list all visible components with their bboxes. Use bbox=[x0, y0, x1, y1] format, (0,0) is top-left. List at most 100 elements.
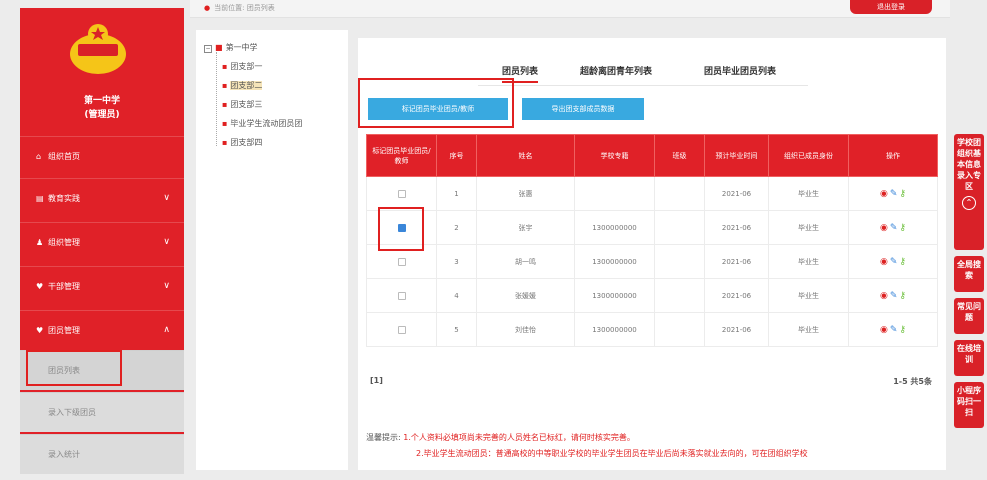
branch-icon: ▪ bbox=[222, 119, 228, 128]
view-icon[interactable]: ◉ bbox=[880, 223, 888, 233]
view-icon[interactable]: ◉ bbox=[880, 291, 888, 301]
notice-line-2: 2.毕业学生流动团员：普通高校的中等职业学校的毕业学生团员在毕业后尚未落实就业去… bbox=[416, 449, 808, 458]
row-checkbox[interactable] bbox=[397, 257, 406, 266]
tab-underline bbox=[478, 85, 808, 86]
nav-label: 组织首页 bbox=[48, 152, 80, 161]
cell-index: 5 bbox=[436, 312, 477, 347]
cell-status: 毕业生 bbox=[768, 176, 849, 211]
col-index: 序号 bbox=[436, 134, 477, 177]
edit-icon[interactable]: ✎ bbox=[890, 223, 898, 233]
tree-item-branch-1[interactable]: ▪ 团支部一 bbox=[222, 61, 262, 72]
faq-button[interactable]: 常见问题 bbox=[954, 298, 984, 334]
cell-actions: ◉ ✎ ⚷ bbox=[848, 278, 938, 313]
pager-summary: 1-5 共5条 bbox=[893, 377, 932, 386]
tree-item-label: 团支部一 bbox=[230, 62, 263, 71]
cell-grad-date: 2021-06 bbox=[704, 176, 769, 211]
subnav-add-member[interactable]: 录入下级团员 bbox=[20, 392, 184, 432]
key-icon[interactable]: ⚷ bbox=[899, 223, 906, 233]
export-branch-button[interactable]: 导出团支部成员数据 bbox=[522, 98, 644, 120]
view-icon[interactable]: ◉ bbox=[880, 189, 888, 199]
notice: 温馨提示: 1.个人资料必填项尚未完善的人员姓名已标红，请何时核实完善。 2.毕… bbox=[366, 430, 938, 462]
table-row: 2 张宇 1300000000 2021-06 毕业生 ◉ ✎ ⚷ bbox=[366, 210, 938, 245]
nav-education[interactable]: ▤ 教育实践 ∨ bbox=[20, 178, 184, 218]
tree-item-branch-3[interactable]: ▪ 团支部三 bbox=[222, 99, 262, 110]
tab-graduate-list[interactable]: 团员毕业团员列表 bbox=[704, 64, 776, 77]
notice-line-1: 1.个人资料必填项尚未完善的人员姓名已标红，请何时核实完善。 bbox=[403, 433, 635, 442]
pager-pages[interactable]: [1] bbox=[370, 376, 383, 385]
sidebar: 第一中学 (管理员) ⌂ 组织首页 ▤ 教育实践 ∨ ♟ 组织管理 ∨ ♥ 干部管理 ∨… bbox=[20, 8, 184, 474]
cell-index: 1 bbox=[436, 176, 477, 211]
cell-class bbox=[654, 312, 705, 347]
top-bar: ● 当前位置: 团员列表 退出登录 bbox=[190, 0, 950, 18]
cell-class bbox=[654, 176, 705, 211]
nav-organization[interactable]: ♟ 组织管理 ∨ bbox=[20, 222, 184, 262]
nav-label: 干部管理 bbox=[48, 282, 80, 291]
edit-icon[interactable]: ✎ bbox=[890, 189, 898, 199]
mini-program-button[interactable]: 小程序码扫一扫 bbox=[954, 382, 984, 428]
cell-actions: ◉ ✎ ⚷ bbox=[848, 312, 938, 347]
heart-icon: ♥ bbox=[36, 282, 44, 291]
cell-index: 2 bbox=[436, 210, 477, 245]
branch-icon: ▪ bbox=[222, 81, 228, 90]
cell-actions: ◉ ✎ ⚷ bbox=[848, 210, 938, 245]
tree-item-branch-4[interactable]: ▪ 团支部四 bbox=[222, 137, 262, 148]
table-row: 3 胡一鸣 1300000000 2021-06 毕业生 ◉ ✎ ⚷ bbox=[366, 244, 938, 279]
nav-cadre[interactable]: ♥ 干部管理 ∨ bbox=[20, 266, 184, 306]
tree-item-branch-2[interactable]: ▪ 团支部二 bbox=[222, 80, 263, 91]
cell-mark bbox=[366, 176, 437, 211]
col-actions: 操作 bbox=[848, 134, 938, 177]
cell-class bbox=[654, 210, 705, 245]
breadcrumb: ● 当前位置: 团员列表 bbox=[204, 3, 275, 13]
cell-name: 张宇 bbox=[476, 210, 575, 245]
cell-class bbox=[654, 244, 705, 279]
edit-icon[interactable]: ✎ bbox=[890, 325, 898, 335]
tree-item-graduate-branch[interactable]: ▪ 毕业学生流动团员团 bbox=[222, 118, 302, 129]
highlight-mark-button bbox=[358, 78, 514, 128]
online-training-button[interactable]: 在线培训 bbox=[954, 340, 984, 376]
key-icon[interactable]: ⚷ bbox=[899, 291, 906, 301]
table-row: 5 刘佳怡 1300000000 2021-06 毕业生 ◉ ✎ ⚷ bbox=[366, 312, 938, 347]
tab-overage-list[interactable]: 超龄离团青年列表 bbox=[580, 64, 652, 77]
col-status: 组织已成员身份 bbox=[768, 134, 849, 177]
col-school: 学校专籍 bbox=[574, 134, 655, 177]
key-icon[interactable]: ⚷ bbox=[899, 189, 906, 199]
tree-root[interactable]: − ■ 第一中学 bbox=[204, 42, 258, 53]
cell-class bbox=[654, 278, 705, 313]
school-name: 第一中学 (管理员) bbox=[20, 94, 184, 122]
cell-grad-date: 2021-06 bbox=[704, 312, 769, 347]
org-tree: − ■ 第一中学 ▪ 团支部一 ▪ 团支部二 ▪ 团支部三 ▪ 毕业学生流动团员团 ▪ 团支部… bbox=[196, 30, 348, 470]
edit-icon[interactable]: ✎ bbox=[890, 291, 898, 301]
global-search-button[interactable]: 全局搜索 bbox=[954, 256, 984, 292]
cell-status: 毕业生 bbox=[768, 244, 849, 279]
logout-button[interactable]: 退出登录 bbox=[850, 0, 932, 14]
chevron-down-icon: ∨ bbox=[163, 193, 170, 203]
cell-status: 毕业生 bbox=[768, 278, 849, 313]
row-checkbox[interactable] bbox=[397, 291, 406, 300]
nav-label: 组织管理 bbox=[48, 238, 80, 247]
key-icon[interactable]: ⚷ bbox=[899, 325, 906, 335]
row-checkbox[interactable] bbox=[397, 189, 406, 198]
cell-school: 1300000000 bbox=[574, 278, 655, 313]
cell-school: 1300000000 bbox=[574, 210, 655, 245]
row-checkbox[interactable] bbox=[397, 325, 406, 334]
nav-home[interactable]: ⌂ 组织首页 bbox=[20, 136, 184, 176]
tree-item-label: 团支部三 bbox=[230, 100, 263, 109]
cell-name: 张惠 bbox=[476, 176, 575, 211]
highlight-checkbox bbox=[378, 207, 424, 251]
cell-grad-date: 2021-06 bbox=[704, 278, 769, 313]
school-info-entry-button[interactable]: 学校团组织基本信息录入专区 ⌃ bbox=[954, 134, 984, 250]
notice-label: 温馨提示: bbox=[366, 433, 401, 442]
view-icon[interactable]: ◉ bbox=[880, 325, 888, 335]
key-icon[interactable]: ⚷ bbox=[899, 257, 906, 267]
edit-icon[interactable]: ✎ bbox=[890, 257, 898, 267]
tree-root-label: 第一中学 bbox=[225, 43, 258, 52]
cell-index: 4 bbox=[436, 278, 477, 313]
cell-actions: ◉ ✎ ⚷ bbox=[848, 176, 938, 211]
subnav-statistics[interactable]: 录入统计 bbox=[20, 434, 184, 474]
nav-member[interactable]: ♥ 团员管理 ∧ bbox=[20, 310, 184, 350]
view-icon[interactable]: ◉ bbox=[880, 257, 888, 267]
cell-mark bbox=[366, 278, 437, 313]
breadcrumb-text: 当前位置: 团员列表 bbox=[214, 4, 275, 12]
cell-school: 1300000000 bbox=[574, 312, 655, 347]
school-info-entry-label: 学校团组织基本信息录入专区 bbox=[957, 138, 981, 191]
